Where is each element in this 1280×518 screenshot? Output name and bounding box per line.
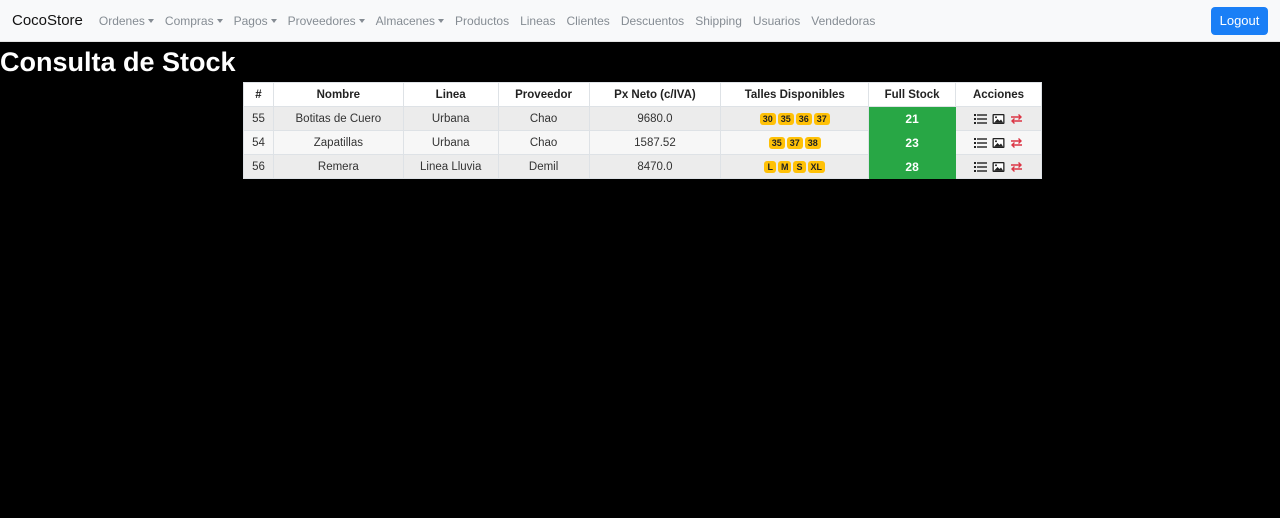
column-header-acciones: Acciones <box>955 82 1042 107</box>
table-row: 55 Botitas de Cuero Urbana Chao 9680.0 30 35 36… <box>243 106 1042 131</box>
cell-proveedor: Chao <box>497 106 590 131</box>
nav-item-label: Pagos <box>233 13 268 28</box>
nav-item-proveedores[interactable]: Proveedores <box>288 14 365 28</box>
size-badge: XL <box>807 160 826 173</box>
size-badge: S <box>793 160 806 173</box>
size-badge: 37 <box>786 136 803 149</box>
list-icon[interactable] <box>974 161 988 173</box>
cell-id: 55 <box>243 106 274 131</box>
table-row: 56 Remera Linea Lluvia Demil 8470.0 L M S XL 28 <box>243 154 1042 179</box>
nav-item-label: Proveedores <box>287 13 356 28</box>
cell-px-neto: 1587.52 <box>588 130 722 155</box>
nav-item-label: Lineas <box>520 13 556 28</box>
caret-down-icon <box>147 18 154 23</box>
size-badge: 37 <box>813 112 830 125</box>
transfer-icon[interactable] <box>1010 137 1023 149</box>
column-header-nombre: Nombre <box>272 82 404 107</box>
nav-item-lineas[interactable]: Lineas <box>520 14 555 28</box>
navbar: CocoStore Ordenes Compras Pagos Proveedores… <box>0 0 1280 42</box>
list-icon[interactable] <box>974 137 988 149</box>
cell-nombre: Botitas de Cuero <box>272 106 404 131</box>
nav-menu: Ordenes Compras Pagos Proveedores Almacenes P… <box>99 14 886 28</box>
stock-table: # Nombre Linea Proveedor Px Neto (c/IVA) Tall… <box>243 82 1042 179</box>
cell-full-stock: 23 <box>868 130 957 155</box>
nav-item-label: Productos <box>455 13 510 28</box>
cell-acciones <box>955 130 1042 155</box>
nav-item-compras[interactable]: Compras <box>165 14 223 28</box>
cell-id: 54 <box>243 130 274 155</box>
cell-id: 56 <box>243 154 274 179</box>
table-row: 54 Zapatillas Urbana Chao 1587.52 35 37 38 23 <box>243 130 1042 155</box>
column-header-proveedor: Proveedor <box>497 82 590 107</box>
size-badge: 36 <box>795 112 812 125</box>
nav-item-label: Compras <box>164 13 214 28</box>
caret-down-icon <box>216 18 223 23</box>
brand-link[interactable]: CocoStore <box>12 12 83 29</box>
nav-item-vendedoras[interactable]: Vendedoras <box>811 14 875 28</box>
table-body: 55 Botitas de Cuero Urbana Chao 9680.0 30 35 36… <box>243 106 1042 179</box>
column-header-id: # <box>243 82 274 107</box>
size-badge: 30 <box>759 112 776 125</box>
cell-acciones <box>955 154 1042 179</box>
cell-linea: Urbana <box>402 130 499 155</box>
size-badge: M <box>777 160 792 173</box>
table-header-row: # Nombre Linea Proveedor Px Neto (c/IVA) Tall… <box>243 82 1042 107</box>
nav-item-productos[interactable]: Productos <box>455 14 509 28</box>
size-badge: 38 <box>804 136 821 149</box>
nav-item-usuarios[interactable]: Usuarios <box>753 14 800 28</box>
cell-linea: Urbana <box>402 106 499 131</box>
row-actions <box>956 137 1041 149</box>
list-icon[interactable] <box>974 113 988 125</box>
row-actions <box>956 113 1041 125</box>
cell-acciones <box>955 106 1042 131</box>
column-header-linea: Linea <box>402 82 499 107</box>
nav-item-label: Vendedoras <box>811 13 876 28</box>
nav-item-descuentos[interactable]: Descuentos <box>621 14 684 28</box>
nav-item-shipping[interactable]: Shipping <box>695 14 742 28</box>
cell-proveedor: Demil <box>497 154 590 179</box>
transfer-icon[interactable] <box>1010 161 1023 173</box>
page-title: Consulta de Stock <box>0 47 236 77</box>
column-header-px-neto: Px Neto (c/IVA) <box>588 82 722 107</box>
image-icon[interactable] <box>992 161 1005 173</box>
column-header-full-stock: Full Stock <box>868 82 957 107</box>
row-actions <box>956 161 1041 173</box>
cell-nombre: Remera <box>272 154 404 179</box>
stock-table-container: # Nombre Linea Proveedor Px Neto (c/IVA) Tall… <box>243 82 1042 179</box>
cell-full-stock: 21 <box>868 106 957 131</box>
caret-down-icon <box>358 18 365 23</box>
nav-item-clientes[interactable]: Clientes <box>566 14 609 28</box>
size-badge: L <box>764 160 776 173</box>
nav-item-label: Almacenes <box>375 13 436 28</box>
logout-button[interactable]: Logout <box>1211 6 1268 35</box>
cell-talles: 35 37 38 <box>720 130 870 155</box>
nav-item-pagos[interactable]: Pagos <box>234 14 277 28</box>
transfer-icon[interactable] <box>1010 113 1023 125</box>
cell-px-neto: 8470.0 <box>588 154 722 179</box>
nav-item-label: Clientes <box>566 13 610 28</box>
image-icon[interactable] <box>992 137 1005 149</box>
column-header-talles: Talles Disponibles <box>720 82 870 107</box>
nav-item-label: Shipping <box>695 13 742 28</box>
cell-proveedor: Chao <box>497 130 590 155</box>
cell-px-neto: 9680.0 <box>588 106 722 131</box>
cell-full-stock: 28 <box>868 154 957 179</box>
caret-down-icon <box>438 18 445 23</box>
cell-nombre: Zapatillas <box>272 130 404 155</box>
nav-item-ordenes[interactable]: Ordenes <box>99 14 154 28</box>
nav-item-label: Descuentos <box>620 13 685 28</box>
image-icon[interactable] <box>992 113 1005 125</box>
size-badge: 35 <box>777 112 794 125</box>
size-badge: 35 <box>768 136 785 149</box>
cell-talles: L M S XL <box>720 154 870 179</box>
nav-item-label: Ordenes <box>98 13 145 28</box>
caret-down-icon <box>270 18 277 23</box>
nav-item-almacenes[interactable]: Almacenes <box>375 13 445 28</box>
nav-item-label: Usuarios <box>752 13 801 28</box>
cell-talles: 30 35 36 37 <box>720 106 870 131</box>
cell-linea: Linea Lluvia <box>402 154 499 179</box>
